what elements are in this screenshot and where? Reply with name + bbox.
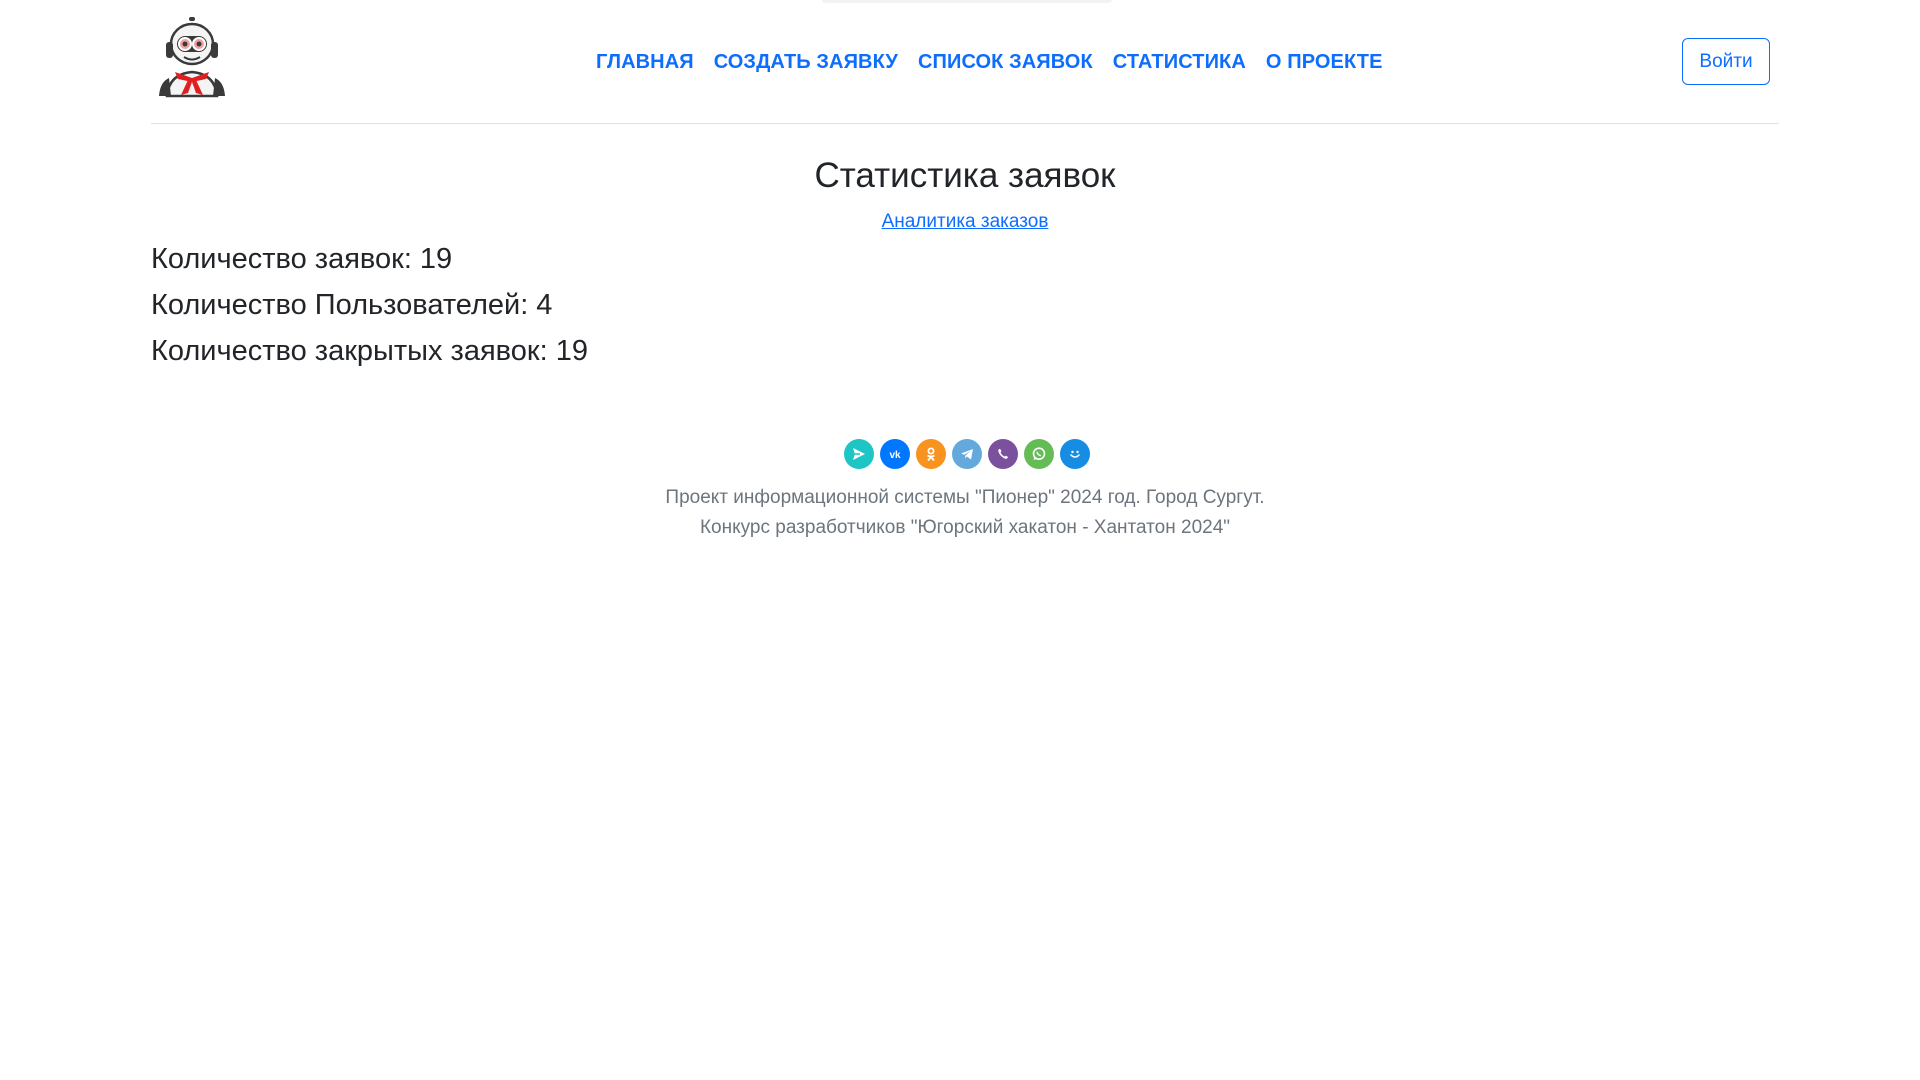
whatsapp-icon[interactable] [1024, 439, 1054, 469]
nav-request-list[interactable]: СПИСОК ЗАЯВОК [908, 48, 1103, 76]
robot-logo-icon[interactable] [151, 16, 233, 98]
share-icon[interactable] [844, 439, 874, 469]
login-button[interactable]: Войти [1682, 38, 1770, 85]
nav-about[interactable]: О ПРОЕКТЕ [1256, 48, 1393, 76]
analytics-link[interactable]: Аналитика заказов [882, 211, 1049, 232]
page-title: Статистика заявок [814, 156, 1116, 195]
analytics-link-container: Аналитика заказов [0, 209, 1920, 235]
share-buttons: vk [844, 439, 1090, 469]
nav-statistics[interactable]: СТАТИСТИКА [1103, 48, 1256, 76]
main-nav: ГЛАВНАЯ СОЗДАТЬ ЗАЯВКУ СПИСОК ЗАЯВОК СТА… [586, 48, 1393, 76]
stat-users-count: Количество Пользователей: 4 [151, 289, 553, 321]
footer-text: Проект информационной системы "Пионер" 2… [0, 483, 1920, 543]
vk-icon[interactable]: vk [880, 439, 910, 469]
stat-closed-requests-count: Количество закрытых заявок: 19 [151, 335, 588, 367]
moimir-icon[interactable] [1060, 439, 1090, 469]
page: ГЛАВНАЯ СОЗДАТЬ ЗАЯВКУ СПИСОК ЗАЯВОК СТА… [0, 0, 1920, 1080]
telegram-icon[interactable] [952, 439, 982, 469]
site-header: ГЛАВНАЯ СОЗДАТЬ ЗАЯВКУ СПИСОК ЗАЯВОК СТА… [151, 0, 1779, 124]
nav-create-request[interactable]: СОЗДАТЬ ЗАЯВКУ [704, 48, 908, 76]
stat-requests-count: Количество заявок: 19 [151, 243, 453, 275]
footer-line-project: Проект информационной системы "Пионер" 2… [665, 487, 1265, 508]
svg-text:vk: vk [889, 450, 901, 461]
viber-icon[interactable] [988, 439, 1018, 469]
nav-home[interactable]: ГЛАВНАЯ [586, 48, 704, 76]
footer-line-contest: Конкурс разработчиков "Югорский хакатон … [699, 517, 1231, 538]
odnoklassniki-icon[interactable] [916, 439, 946, 469]
stats-list: Количество заявок: 19 Количество Пользов… [151, 236, 588, 374]
